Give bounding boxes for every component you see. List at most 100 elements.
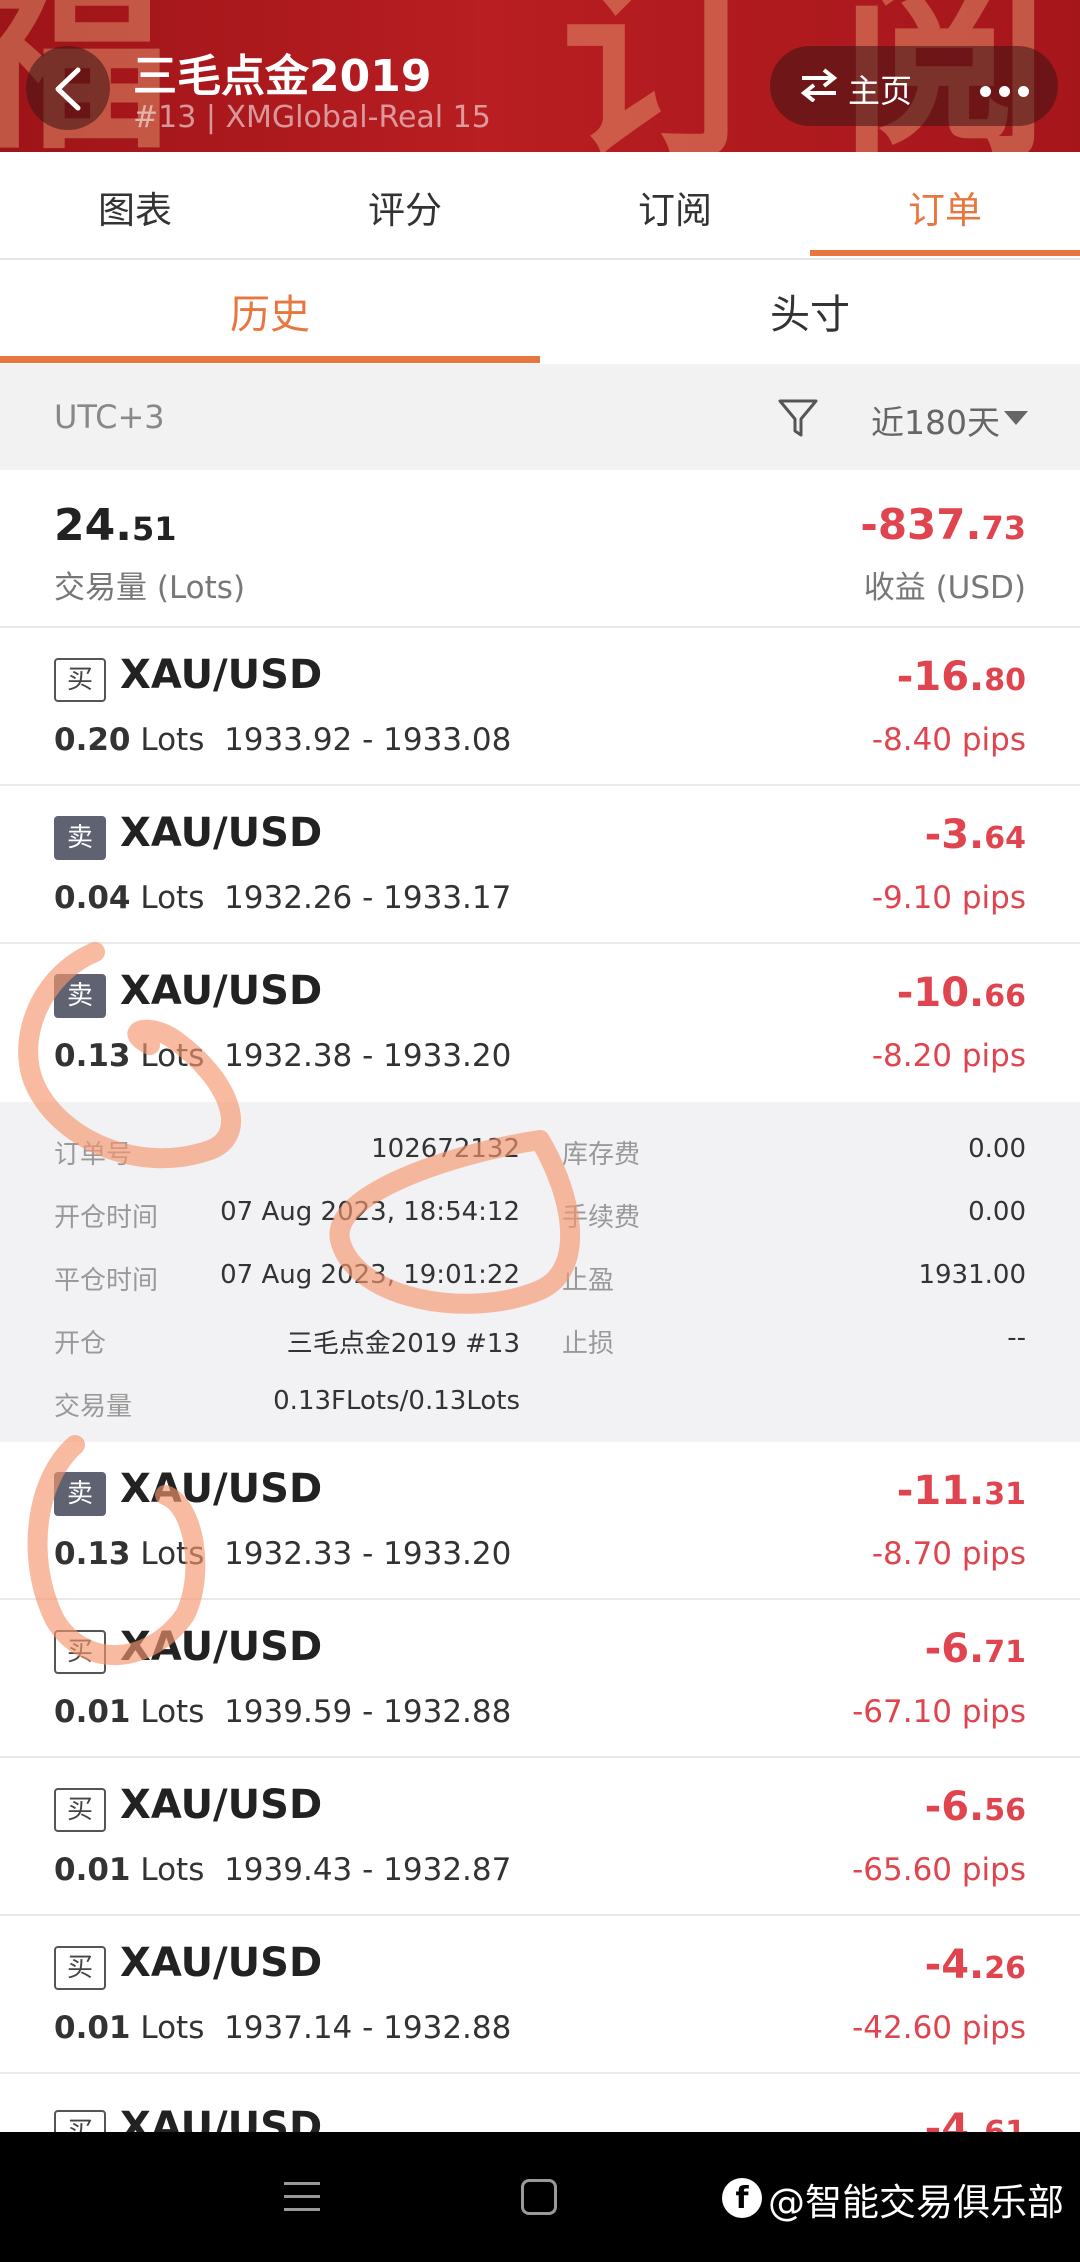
sub-tabs: 历史 头寸: [0, 260, 1080, 364]
swap-value: 0.00: [968, 1134, 1026, 1164]
header-background-art-2: 订: [560, 0, 771, 152]
back-button[interactable]: [26, 46, 110, 130]
sell-badge: 卖: [54, 974, 106, 1018]
trade-pips: -67.10 pips: [852, 1694, 1026, 1730]
home-square-icon[interactable]: [521, 2179, 557, 2215]
trade-lots-line: 0.01 Lots 1939.59 - 1932.88: [54, 1694, 512, 1730]
open-source-label: 开仓: [54, 1329, 107, 1359]
volume-label: 交易量: [54, 1392, 133, 1422]
watermark-text: @智能交易俱乐部: [768, 2181, 1064, 2224]
caret-down-icon[interactable]: [1004, 411, 1028, 425]
trade-symbol: XAU/USD: [120, 968, 323, 1014]
trade-lots-line: 0.13 Lots 1932.33 - 1933.20: [54, 1536, 512, 1572]
buy-badge: 买: [54, 2110, 106, 2132]
tab-chart[interactable]: 图表: [0, 180, 270, 234]
app-header: 福 订 阅 三毛点金2019 #13 | XMGlobal-Real 15 主页: [0, 0, 1080, 152]
order-number-label: 订单号: [54, 1140, 133, 1170]
home-button[interactable]: 主页: [770, 46, 1058, 126]
trade-row[interactable]: 卖 XAU/USD 0.13 Lots 1932.33 - 1933.20 -1…: [0, 1442, 1080, 1600]
trade-pips: -42.60 pips: [852, 2010, 1026, 2046]
summary-panel: 24.51 交易量 (Lots) -837.73 收益 (USD): [0, 470, 1080, 628]
total-lots-label: 交易量 (Lots): [54, 570, 246, 606]
total-profit: -837.73: [860, 500, 1026, 549]
trade-pnl: -6.71: [924, 1626, 1026, 1672]
trade-row-partial[interactable]: 买 XAU/USD -4.61: [0, 2074, 1080, 2132]
open-time-value: 07 Aug 2023, 18:54:12: [220, 1197, 520, 1227]
trade-pnl: -16.80: [896, 654, 1026, 700]
trade-row[interactable]: 买 XAU/USD 0.20 Lots 1933.92 - 1933.08 -1…: [0, 628, 1080, 786]
fee-label: 手续费: [562, 1203, 641, 1233]
trade-lots-line: 0.20 Lots 1933.92 - 1933.08: [54, 722, 512, 758]
trade-pips: -8.20 pips: [871, 1038, 1026, 1074]
account-subtitle: #13 | XMGlobal-Real 15: [133, 100, 491, 135]
trade-pips: -9.10 pips: [871, 880, 1026, 916]
trade-lots-line: 0.01 Lots 1939.43 - 1932.87: [54, 1852, 512, 1888]
chevron-left-icon: [55, 67, 81, 111]
sell-badge: 卖: [54, 816, 106, 860]
fee-value: 0.00: [968, 1197, 1026, 1227]
buy-badge: 买: [54, 1946, 106, 1990]
trade-row[interactable]: 卖 XAU/USD 0.04 Lots 1932.26 - 1933.17 -3…: [0, 786, 1080, 944]
facebook-icon: f: [722, 2178, 762, 2218]
trade-pips: -8.70 pips: [871, 1536, 1026, 1572]
active-tab-indicator: [810, 250, 1080, 256]
home-label: 主页: [848, 72, 913, 110]
buy-badge: 买: [54, 658, 106, 702]
page-title: 三毛点金2019: [133, 51, 432, 102]
trade-lots-line: 0.01 Lots 1937.14 - 1932.88: [54, 2010, 512, 2046]
stop-loss-label: 止损: [562, 1329, 615, 1359]
trade-row[interactable]: 买 XAU/USD 0.01 Lots 1939.59 - 1932.88 -6…: [0, 1600, 1080, 1758]
swap-label: 库存费: [562, 1140, 641, 1170]
open-source-value[interactable]: 三毛点金2019 #13: [287, 1323, 520, 1360]
take-profit-value: 1931.00: [918, 1260, 1026, 1290]
close-time-value: 07 Aug 2023, 19:01:22: [220, 1260, 520, 1290]
volume-value: 0.13FLots/0.13Lots: [273, 1386, 520, 1416]
date-range-select[interactable]: 近180天: [871, 396, 1000, 444]
buy-badge: 买: [54, 1788, 106, 1832]
tab-history[interactable]: 历史: [0, 282, 540, 340]
trade-pnl: -4.61: [924, 2106, 1026, 2132]
trade-pnl: -6.56: [924, 1784, 1026, 1830]
swap-icon: [800, 68, 838, 102]
total-profit-label: 收益 (USD): [863, 570, 1026, 606]
total-lots: 24.51: [54, 500, 177, 551]
tab-subscribe[interactable]: 订阅: [540, 180, 810, 234]
trade-symbol: XAU/USD: [120, 1466, 323, 1512]
close-time-label: 平仓时间: [54, 1266, 159, 1296]
order-number-value: 102672132: [371, 1134, 520, 1164]
trade-symbol: XAU/USD: [120, 1940, 323, 1986]
trade-lots-line: 0.13 Lots 1932.38 - 1933.20: [54, 1038, 512, 1074]
take-profit-label: 止盈: [562, 1266, 615, 1296]
active-subtab-indicator: [0, 356, 540, 363]
trade-pips: -65.60 pips: [852, 1852, 1026, 1888]
trade-symbol: XAU/USD: [120, 2104, 323, 2132]
order-detail-panel: 订单号 102672132 库存费 0.00 开仓时间 07 Aug 2023,…: [0, 1102, 1080, 1442]
trade-lots-line: 0.04 Lots 1932.26 - 1933.17: [54, 880, 512, 916]
trade-row-expanded[interactable]: 卖 XAU/USD 0.13 Lots 1932.38 - 1933.20 -1…: [0, 944, 1080, 1102]
trade-symbol: XAU/USD: [120, 810, 323, 856]
tab-positions[interactable]: 头寸: [540, 282, 1080, 340]
trade-pnl: -10.66: [896, 970, 1026, 1016]
trade-pnl: -4.26: [924, 1942, 1026, 1988]
buy-badge: 买: [54, 1630, 106, 1674]
trade-symbol: XAU/USD: [120, 1624, 323, 1670]
system-navigation-bar: f @智能交易俱乐部: [0, 2132, 1080, 2262]
filter-bar: UTC+3 近180天: [0, 364, 1080, 470]
trade-symbol: XAU/USD: [120, 1782, 323, 1828]
main-tabs: 图表 评分 订阅 订单: [0, 152, 1080, 260]
sell-badge: 卖: [54, 1472, 106, 1516]
trade-pnl: -11.31: [896, 1468, 1026, 1514]
filter-icon[interactable]: [778, 398, 818, 438]
trade-row[interactable]: 买 XAU/USD 0.01 Lots 1939.43 - 1932.87 -6…: [0, 1758, 1080, 1916]
open-time-label: 开仓时间: [54, 1203, 159, 1233]
stop-loss-value: --: [1007, 1323, 1026, 1353]
trade-symbol: XAU/USD: [120, 652, 323, 698]
tab-orders[interactable]: 订单: [810, 180, 1080, 234]
timezone-label: UTC+3: [54, 398, 165, 436]
trade-pips: -8.40 pips: [871, 722, 1026, 758]
more-icon[interactable]: [980, 82, 1037, 101]
trade-row[interactable]: 买 XAU/USD 0.01 Lots 1937.14 - 1932.88 -4…: [0, 1916, 1080, 2074]
menu-icon[interactable]: [284, 2182, 320, 2221]
tab-rating[interactable]: 评分: [270, 180, 540, 234]
trade-pnl: -3.64: [924, 812, 1026, 858]
